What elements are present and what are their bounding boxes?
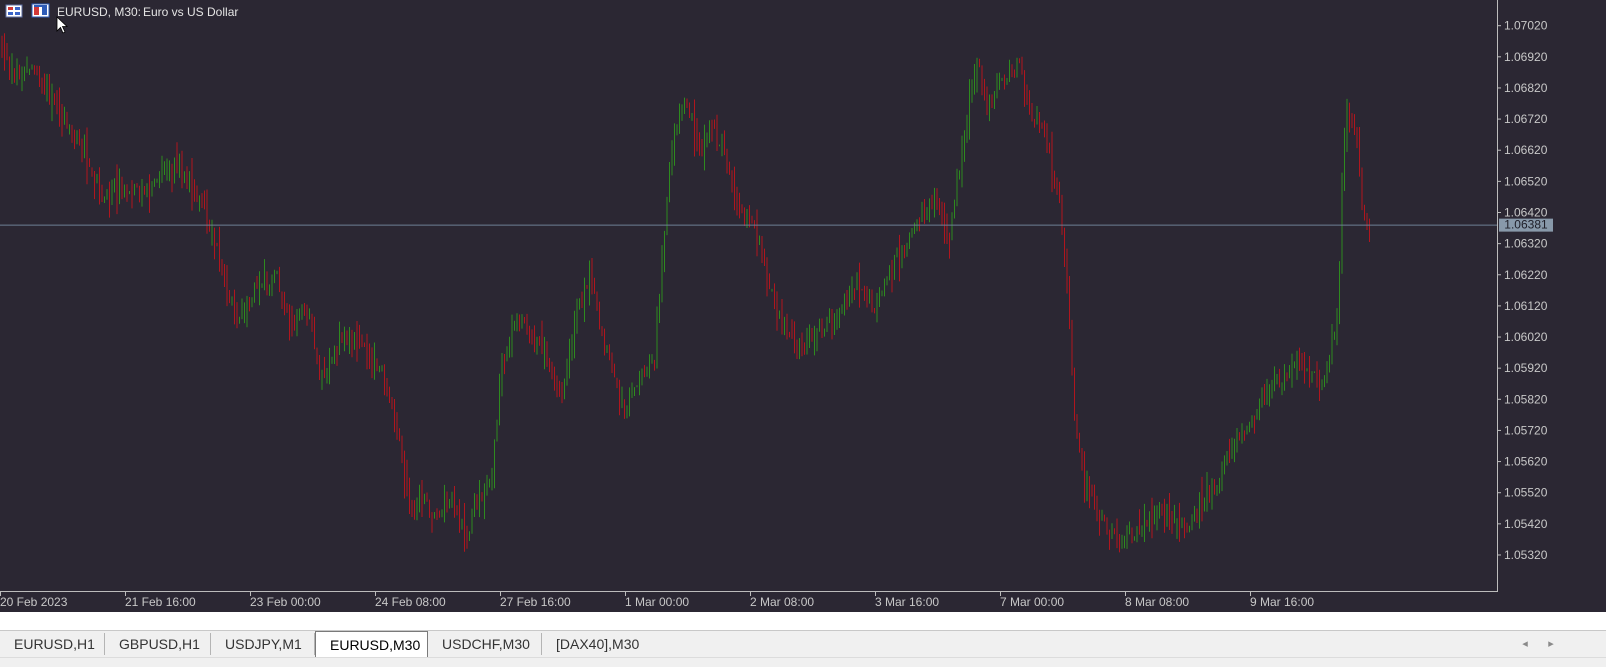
- tabs-scroll-right-icon[interactable]: ▸: [1542, 634, 1560, 654]
- time-tick-label: 3 Mar 16:00: [875, 595, 939, 609]
- price-tick-label: 1.06820: [1504, 81, 1548, 95]
- trade-panel-icon[interactable]: [5, 4, 23, 18]
- tab-dax40-m30[interactable]: [DAX40],M30: [542, 633, 657, 655]
- price-tick-label: 1.06020: [1504, 330, 1548, 344]
- time-tick-label: 7 Mar 00:00: [1000, 595, 1064, 609]
- price-tick-label: 1.05620: [1504, 455, 1548, 469]
- price-tick-label: 1.06620: [1504, 143, 1548, 157]
- chart-symbol-caption: EURUSD, M30:: [57, 5, 141, 19]
- price-tick-label: 1.06920: [1504, 50, 1548, 64]
- price-tick-label: 1.06520: [1504, 174, 1548, 188]
- price-tick-label: 1.07020: [1504, 19, 1548, 33]
- chart-bottom-gap: [0, 612, 1606, 630]
- price-tick-label: 1.05820: [1504, 392, 1548, 406]
- chart-area[interactable]: [0, 0, 1497, 592]
- time-tick-label: 8 Mar 08:00: [1125, 595, 1189, 609]
- price-tick-label: 1.06320: [1504, 237, 1548, 251]
- chart-tabs-bar: EURUSD,H1 GBPUSD,H1 USDJPY,M1 EURUSD,M30…: [0, 630, 1606, 657]
- time-tick-label: 9 Mar 16:00: [1250, 595, 1314, 609]
- price-tick-label: 1.05720: [1504, 423, 1548, 437]
- price-tick-label: 1.05920: [1504, 361, 1548, 375]
- time-tick-label: 27 Feb 16:00: [500, 595, 571, 609]
- price-tick-label: 1.06720: [1504, 112, 1548, 126]
- tab-gbpusd-h1[interactable]: GBPUSD,H1: [105, 633, 211, 655]
- time-tick-label: 24 Feb 08:00: [375, 595, 446, 609]
- tab-usdjpy-m1[interactable]: USDJPY,M1: [211, 633, 315, 655]
- tab-eurusd-m30[interactable]: EURUSD,M30: [315, 631, 428, 657]
- time-tick-label: 21 Feb 16:00: [125, 595, 196, 609]
- price-tick-label: 1.06120: [1504, 299, 1548, 313]
- time-tick-label: 20 Feb 2023: [0, 595, 68, 609]
- chart-symbol-description: Euro vs US Dollar: [143, 5, 238, 19]
- price-tick-label: 1.06220: [1504, 268, 1548, 282]
- bid-price-label: 1.06381: [1504, 218, 1548, 232]
- price-chart[interactable]: 1.07020 1.06920 1.06820 1.06720 1.06620 1.065…: [0, 0, 1606, 630]
- price-tick-label: 1.05520: [1504, 486, 1548, 500]
- tab-usdchf-m30[interactable]: USDCHF,M30: [428, 633, 542, 655]
- tab-eurusd-h1[interactable]: EURUSD,H1: [0, 633, 105, 655]
- time-tick-label: 23 Feb 00:00: [250, 595, 321, 609]
- one-click-trading-icon[interactable]: [31, 3, 50, 18]
- price-tick-label: 1.05320: [1504, 548, 1548, 562]
- price-tick-label: 1.05420: [1504, 517, 1548, 531]
- time-tick-label: 2 Mar 08:00: [750, 595, 814, 609]
- time-tick-label: 1 Mar 00:00: [625, 595, 689, 609]
- tabs-scroll-left-icon[interactable]: ◂: [1516, 634, 1534, 654]
